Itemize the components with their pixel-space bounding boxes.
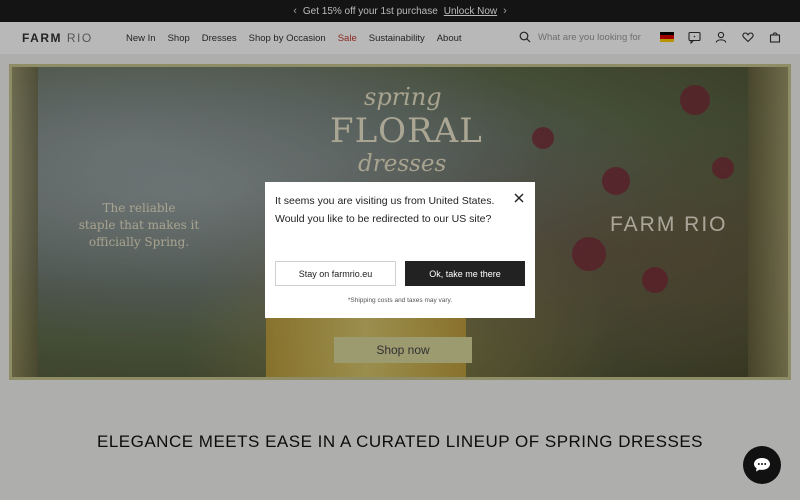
chat-bubble-icon bbox=[754, 458, 770, 472]
region-redirect-modal: It seems you are visiting us from United… bbox=[265, 182, 535, 318]
chat-button[interactable] bbox=[743, 446, 781, 484]
stay-on-site-button[interactable]: Stay on farmrio.eu bbox=[275, 261, 396, 286]
close-icon[interactable] bbox=[513, 192, 525, 204]
redirect-confirm-button[interactable]: Ok, take me there bbox=[405, 261, 525, 286]
shipping-note: *Shipping costs and taxes may vary. bbox=[347, 297, 453, 304]
modal-message: It seems you are visiting us from United… bbox=[275, 195, 495, 225]
